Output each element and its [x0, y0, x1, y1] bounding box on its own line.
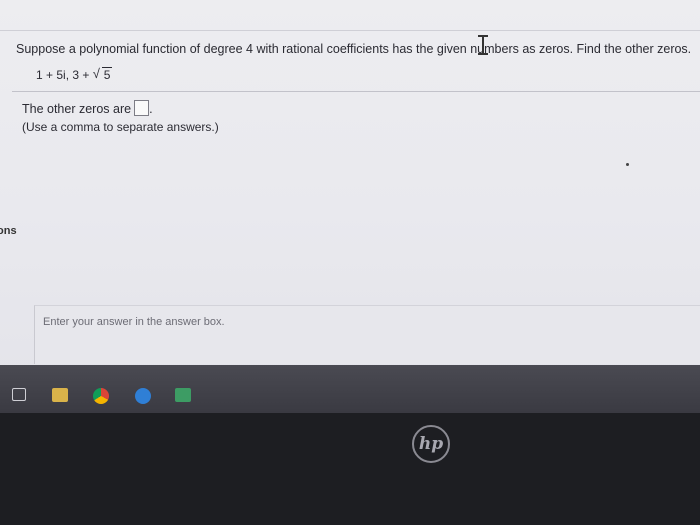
- section-divider: [12, 91, 700, 92]
- answer-label: The other zeros are: [22, 102, 132, 116]
- chrome-icon[interactable]: [93, 388, 109, 404]
- square-root: √ 5: [92, 66, 113, 82]
- question-prompt-end: s zeros. Find the other zeros.: [529, 42, 692, 56]
- file-explorer-icon[interactable]: [52, 388, 68, 402]
- status-panel: Enter your answer in the answer box.: [34, 305, 700, 364]
- answer-period: .: [149, 102, 153, 116]
- text-cursor-icon: [478, 34, 488, 56]
- taskbar: [0, 365, 700, 413]
- browser-content: Suppose a polynomial function of degree …: [0, 0, 700, 385]
- hp-logo: hp: [412, 425, 450, 463]
- task-view-icon[interactable]: [12, 388, 26, 401]
- radicand: 5: [101, 67, 113, 82]
- store-icon[interactable]: [175, 388, 191, 402]
- sidebar-partial-label[interactable]: ons: [0, 225, 17, 237]
- question-text: Suppose a polynomial function of degree …: [16, 42, 691, 56]
- answer-hint: (Use a comma to separate answers.): [22, 120, 219, 134]
- enter-answer-hint: Enter your answer in the answer box.: [43, 316, 225, 328]
- given-zeros: 1 + 5i, 3 + √ 5: [36, 66, 113, 82]
- top-divider: [0, 30, 700, 31]
- question-prompt-start: Suppose a polynomial function of degree …: [16, 42, 530, 56]
- edge-icon[interactable]: [135, 388, 151, 404]
- sqrt-symbol: √: [92, 66, 100, 81]
- given-zeros-prefix: 1 + 5i, 3 +: [36, 68, 93, 82]
- answer-line: The other zeros are.: [22, 100, 153, 116]
- stray-dot: [626, 163, 629, 166]
- answer-input-box[interactable]: [134, 100, 150, 116]
